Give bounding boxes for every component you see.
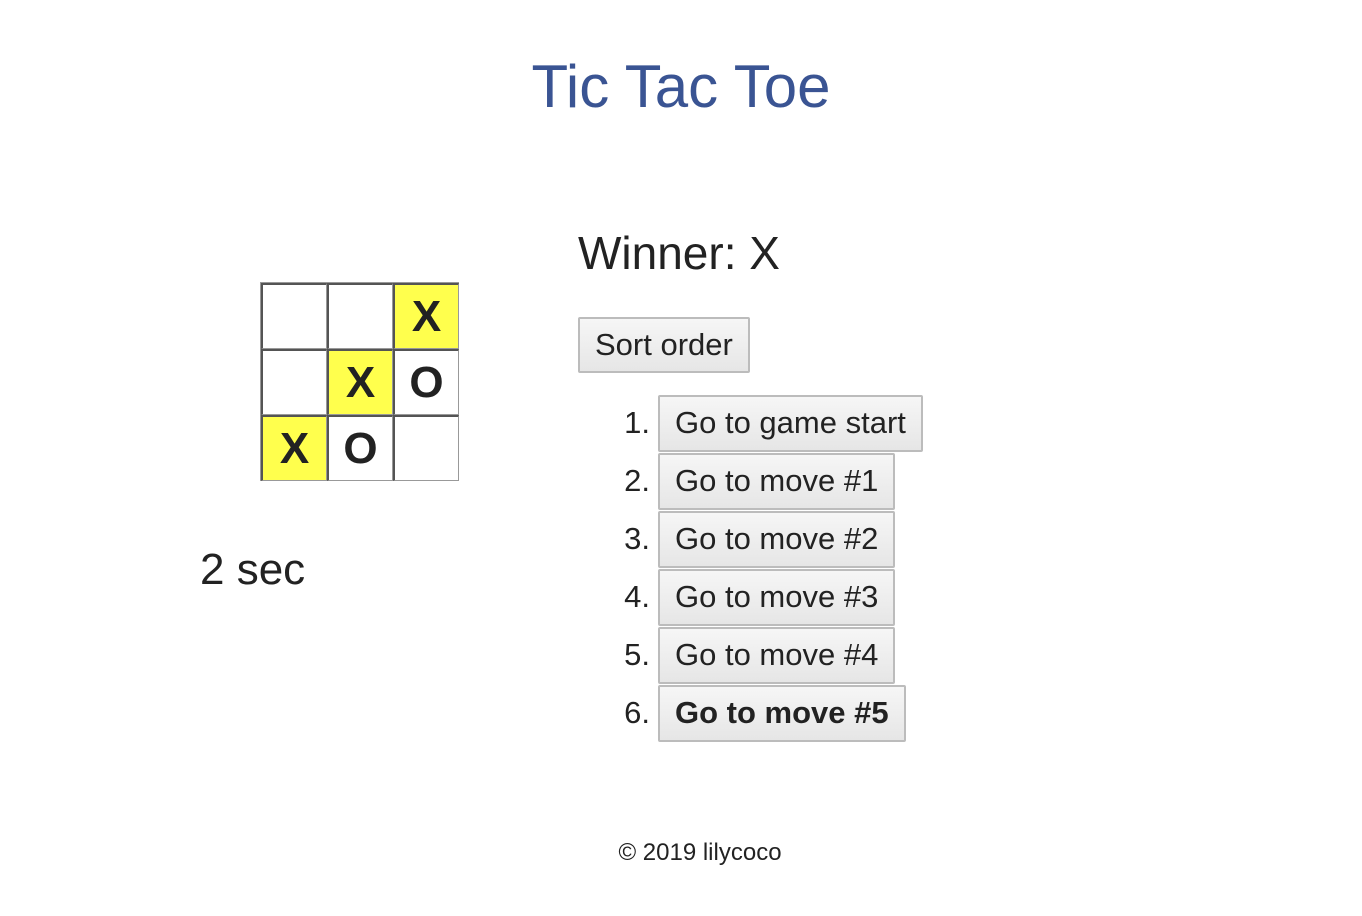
- move-number: 1.: [624, 405, 650, 440]
- board-square-0[interactable]: [261, 283, 327, 349]
- go-to-move-5-button[interactable]: Go to move #5: [658, 684, 906, 742]
- board-square-4[interactable]: X: [327, 349, 393, 415]
- go-to-game-start-button[interactable]: Go to game start: [658, 394, 923, 452]
- move-number: 4.: [624, 579, 650, 614]
- move-number: 6.: [624, 695, 650, 730]
- board-square-2[interactable]: X: [393, 283, 459, 349]
- move-number: 5.: [624, 637, 650, 672]
- page-title: Tic Tac Toe: [531, 53, 831, 120]
- move-history-list: 1. Go to game start 2. Go to move #1 3. …: [600, 394, 923, 742]
- game-status: Winner: X: [578, 227, 780, 279]
- board-square-3[interactable]: [261, 349, 327, 415]
- go-to-move-1-button[interactable]: Go to move #1: [658, 452, 896, 510]
- sort-order-button[interactable]: Sort order: [578, 317, 750, 373]
- move-number: 3.: [624, 521, 650, 556]
- go-to-move-3-button[interactable]: Go to move #3: [658, 568, 896, 626]
- board-square-1[interactable]: [327, 283, 393, 349]
- game-board: X X O X O: [260, 282, 459, 481]
- board-square-8[interactable]: [393, 415, 459, 481]
- move-list-item: 3. Go to move #2: [600, 510, 923, 568]
- board-square-6[interactable]: X: [261, 415, 327, 481]
- move-list-item: 1. Go to game start: [600, 394, 923, 452]
- go-to-move-4-button[interactable]: Go to move #4: [658, 626, 896, 684]
- move-list-item: 2. Go to move #1: [600, 452, 923, 510]
- move-list-item: 4. Go to move #3: [600, 568, 923, 626]
- go-to-move-2-button[interactable]: Go to move #2: [658, 510, 896, 568]
- move-list-item: 5. Go to move #4: [600, 626, 923, 684]
- board-square-7[interactable]: O: [327, 415, 393, 481]
- board-square-5[interactable]: O: [393, 349, 459, 415]
- move-number: 2.: [624, 463, 650, 498]
- move-list-item: 6. Go to move #5: [600, 684, 923, 742]
- elapsed-timer: 2 sec: [200, 545, 306, 594]
- copyright-footer: © 2019 lilycoco: [618, 839, 782, 866]
